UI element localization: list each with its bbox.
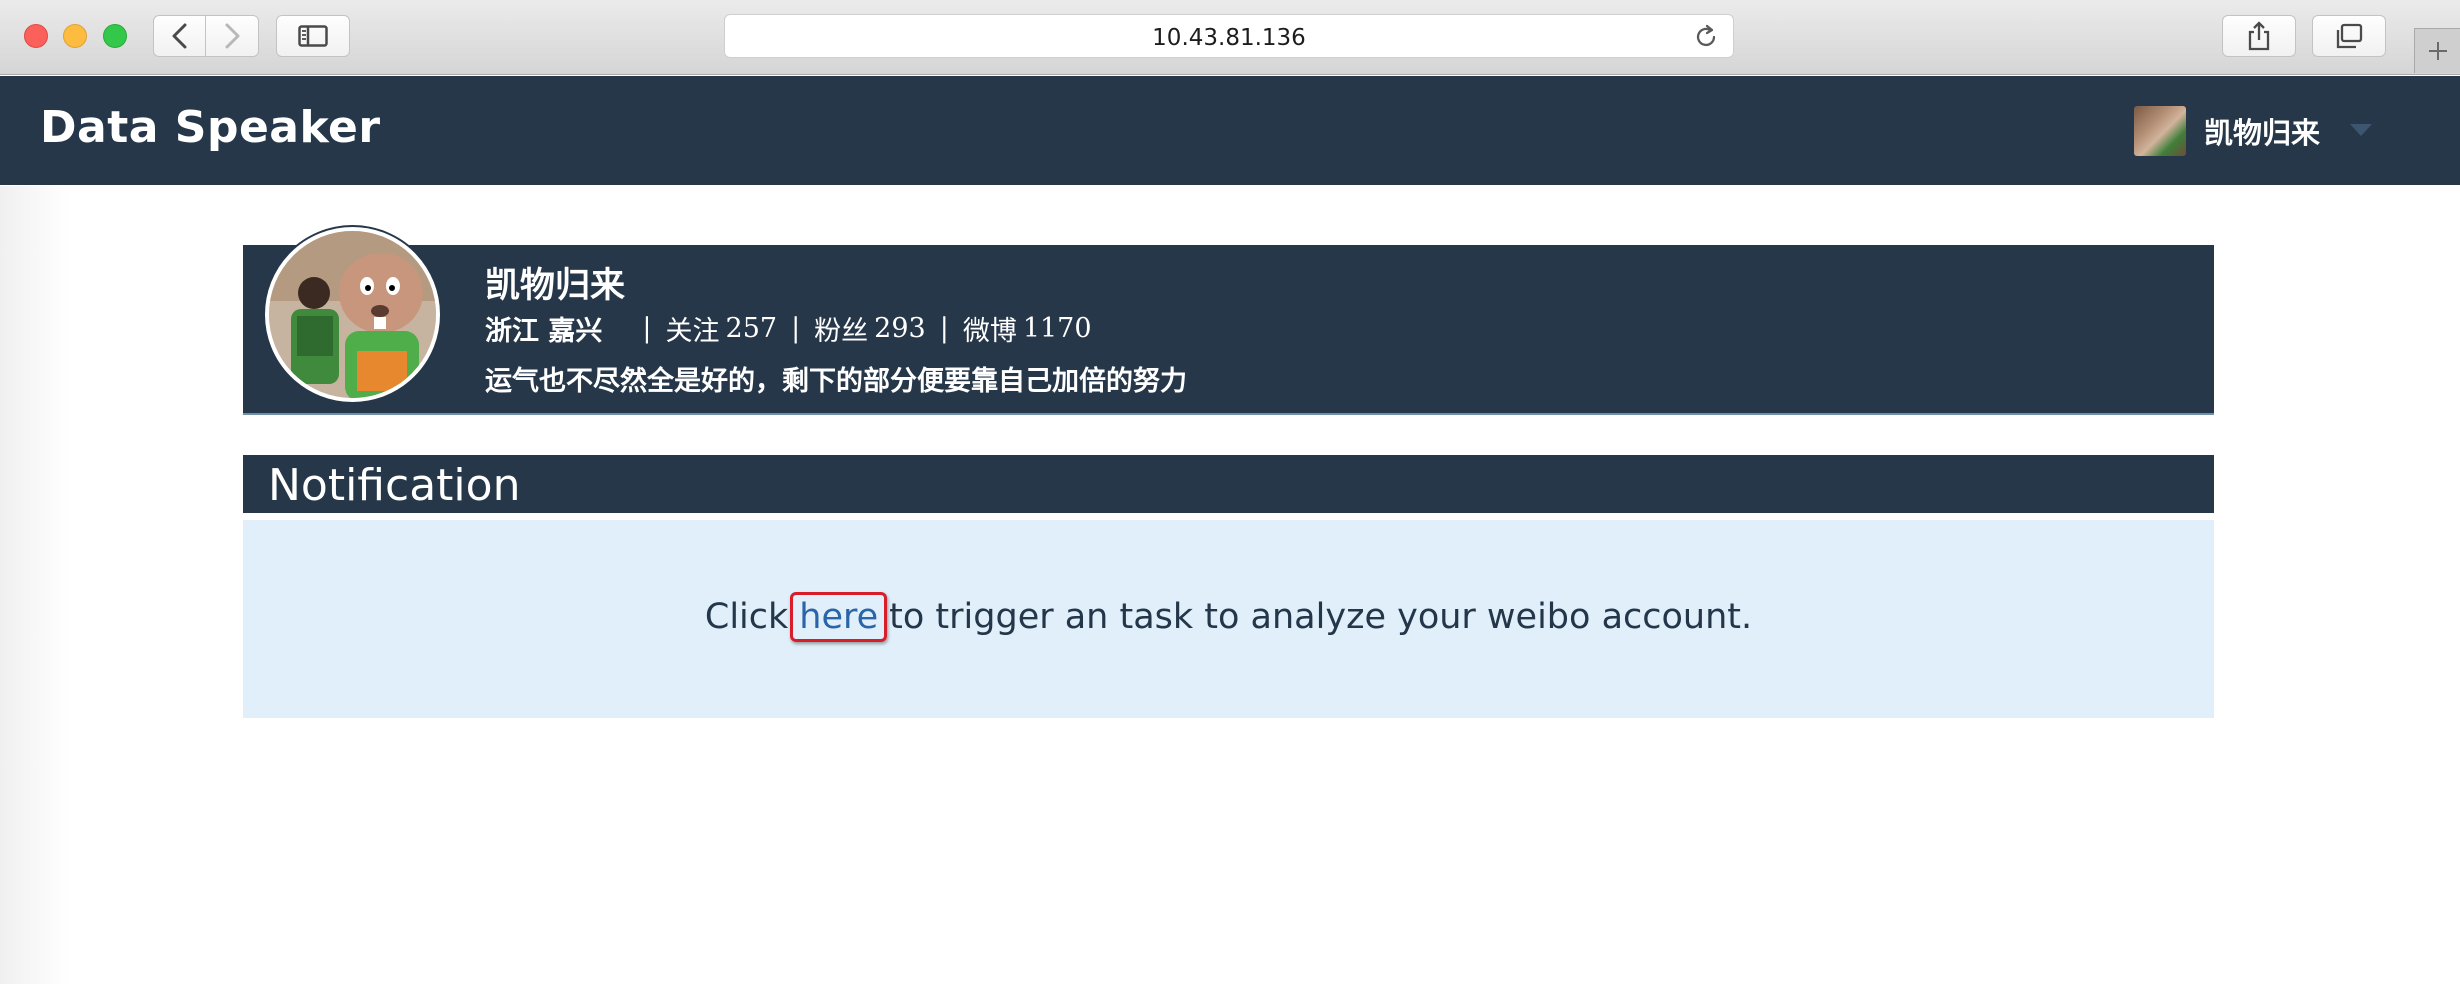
notification-header: Notification [243,455,2214,513]
plus-icon [2428,42,2447,60]
stats-separator: | [939,313,949,344]
notification-message: Click here to trigger an task to analyze y… [243,592,2214,643]
user-menu[interactable]: 凯物归来 [2133,106,2372,156]
brand-logo[interactable]: Data Speaker [40,102,381,153]
stats-separator: | [642,313,652,344]
share-icon [2248,21,2270,51]
nav-username: 凯物归来 [2203,116,2320,150]
profile-location: 浙江 嘉兴 [485,316,603,347]
profile-bio: 运气也不尽然全是好的，剩下的部分便要靠自己加倍的努力 [485,366,1187,397]
reload-icon[interactable] [1693,24,1719,50]
sidebar-toggle-button[interactable] [276,15,350,57]
notification-title: Notification [268,460,521,511]
tab-overview-button[interactable] [2312,15,2386,57]
tabs-icon [2336,23,2363,49]
stats-separator: | [791,313,801,344]
weibo-label: 微博 [962,316,1017,347]
site-navbar: Data Speaker 凯物归来 [0,76,2460,185]
share-button[interactable] [2222,15,2296,57]
followers-count: 293 [874,313,926,344]
chevron-right-icon [225,23,240,49]
zoom-window-button[interactable] [103,24,127,48]
message-after: to trigger an task to analyze your weibo… [889,597,1753,637]
address-bar[interactable]: 10.43.81.136 [724,14,1734,58]
close-window-button[interactable] [24,24,48,48]
profile-avatar [265,227,440,402]
profile-photo-icon [269,231,436,398]
minimize-window-button[interactable] [63,24,87,48]
following-label: 关注 [665,316,720,347]
chevron-left-icon [172,23,186,49]
back-button[interactable] [153,15,206,57]
browser-toolbar: 10.43.81.136 [0,0,2460,75]
notification-body: Click here to trigger an task to analyze y… [243,520,2214,718]
forward-button[interactable] [206,15,259,57]
profile-stats: 浙江 嘉兴 | 关注 257 | 粉丝 293 | 微博 1170 [485,309,1092,348]
following-count: 257 [725,313,778,344]
message-before: Click [704,597,789,637]
page-edge-shadow [0,186,70,984]
new-tab-button[interactable] [2414,28,2460,73]
caret-down-icon [2350,124,2372,136]
profile-banner: 凯物归来 浙江 嘉兴 | 关注 257 | 粉丝 293 | 微博 1170 运… [243,227,2214,415]
avatar [2133,106,2186,156]
address-text: 10.43.81.136 [1152,25,1306,51]
profile-name: 凯物归来 [485,265,626,306]
sidebar-icon [298,25,328,47]
followers-label: 粉丝 [814,316,869,347]
trigger-analysis-link[interactable]: here [790,592,888,643]
weibo-count: 1170 [1022,313,1092,344]
